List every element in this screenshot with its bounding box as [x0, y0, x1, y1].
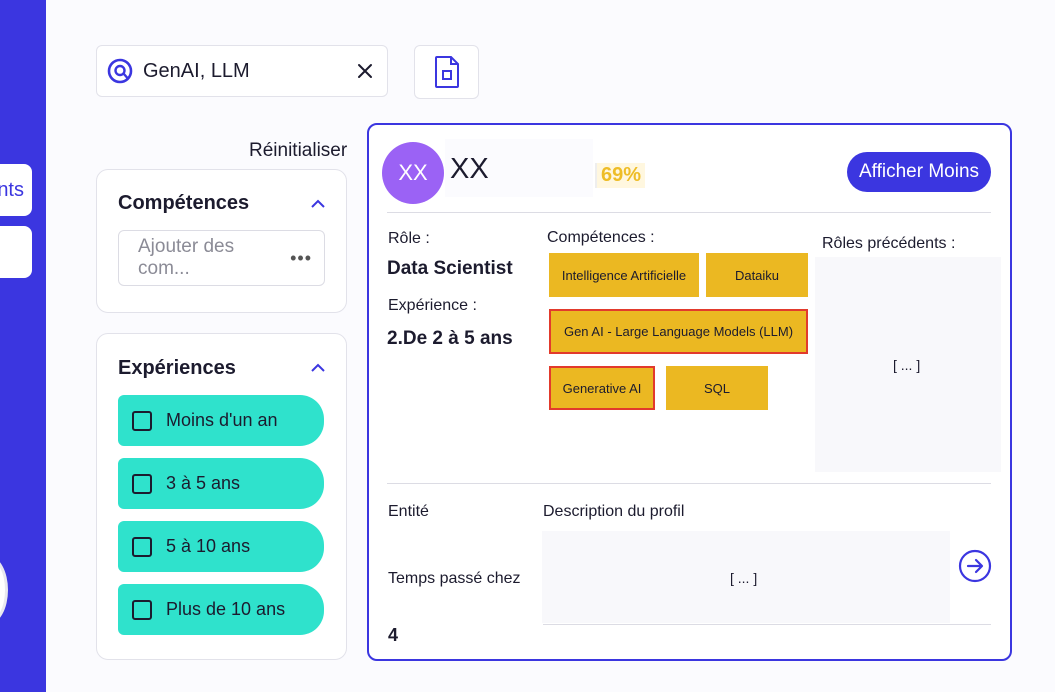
role-value: Data Scientist	[387, 258, 513, 279]
search-icon	[107, 58, 133, 84]
show-less-button[interactable]: Afficher Moins	[847, 152, 991, 192]
experience-option-label: 5 à 10 ans	[166, 536, 251, 556]
avatar: XX	[382, 142, 444, 204]
skills-label: Compétences :	[547, 229, 655, 246]
checkbox[interactable]	[132, 410, 152, 431]
reset-filters-link[interactable]: Réinitialiser	[249, 140, 347, 162]
time-spent-label: Temps passé chez	[388, 570, 521, 587]
experience-label: Expérience :	[388, 297, 477, 314]
document-icon	[434, 56, 459, 88]
competences-filter-title: Compétences	[118, 192, 250, 214]
description-value: [ ... ]	[730, 570, 758, 586]
competences-input[interactable]: Ajouter des com... •••	[118, 230, 325, 286]
previous-roles-label: Rôles précédents :	[822, 235, 956, 252]
skill-tag-highlighted: Gen AI - Large Language Models (LLM)	[549, 309, 808, 354]
chevron-up-icon[interactable]	[310, 196, 326, 212]
more-icon[interactable]: •••	[290, 248, 312, 269]
search-input[interactable]	[141, 58, 345, 84]
sidebar-tab-active[interactable]: nts	[0, 164, 32, 216]
time-spent-value: 4	[388, 625, 399, 645]
entity-label: Entité	[388, 503, 429, 520]
search-bar	[96, 45, 388, 97]
experience-option-label: Moins d'un an	[166, 410, 278, 430]
match-score-badge: 69%	[595, 163, 646, 188]
experience-option[interactable]: 3 à 5 ans	[118, 458, 324, 509]
skill-tag: Intelligence Artificielle	[549, 253, 699, 297]
chevron-up-icon[interactable]	[310, 360, 326, 376]
experience-option[interactable]: Plus de 10 ans	[118, 584, 324, 635]
skill-tag: SQL	[666, 366, 768, 410]
checkbox[interactable]	[132, 536, 152, 557]
checkbox[interactable]	[132, 473, 152, 494]
profile-card: XX XX 69% Afficher Moins Rôle : Data Sci…	[367, 123, 1012, 661]
checkbox[interactable]	[132, 599, 152, 620]
skill-tag: Dataiku	[706, 253, 808, 297]
competences-input-placeholder: Ajouter des com...	[138, 236, 235, 279]
experience-option[interactable]: Moins d'un an	[118, 395, 324, 446]
experience-option[interactable]: 5 à 10 ans	[118, 521, 324, 572]
sidebar-tab[interactable]	[0, 226, 32, 278]
experience-value: 2.De 2 à 5 ans	[387, 328, 513, 349]
close-icon[interactable]	[357, 63, 373, 79]
divider	[387, 483, 991, 484]
skill-tag-highlighted: Generative AI	[549, 366, 655, 410]
experiences-filter-title: Expériences	[118, 357, 236, 379]
experience-option-label: Plus de 10 ans	[166, 599, 286, 619]
description-label: Description du profil	[543, 503, 685, 520]
divider	[543, 624, 991, 625]
experience-option-label: 3 à 5 ans	[166, 473, 241, 493]
sidebar-tab-label: nts	[0, 178, 24, 201]
arrow-right-icon[interactable]	[958, 549, 992, 583]
role-label: Rôle :	[388, 230, 430, 247]
previous-roles-value: [ ... ]	[893, 357, 921, 373]
experiences-filter-panel: Expériences Moins d'un an 3 à 5 ans 5 à …	[96, 333, 347, 660]
divider	[387, 212, 991, 213]
export-document-button[interactable]	[414, 45, 479, 99]
competences-filter-panel: Compétences Ajouter des com... •••	[96, 169, 347, 313]
profile-name: XX	[450, 153, 489, 185]
